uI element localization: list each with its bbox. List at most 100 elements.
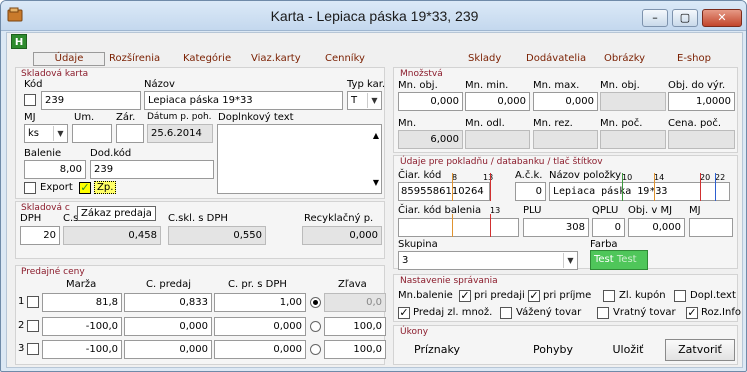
skladova-karta-title: Skladová karta [21, 69, 89, 79]
zlava-input-1[interactable]: 0,0 [324, 293, 386, 312]
plu-label: PLU [523, 205, 542, 216]
row-num-2: 2 [18, 320, 25, 331]
tab-rozsirenia[interactable]: Rozšírenia [109, 53, 160, 64]
h-button[interactable]: H [11, 34, 27, 49]
mn-field: 6,000 [398, 130, 463, 149]
cpredaj-input-3[interactable]: 0,000 [124, 340, 212, 359]
zp-checkbox[interactable]: ✓ [79, 182, 91, 194]
mnozstva-panel: Množstvá Mn. obj. Mn. min. Mn. max. Mn. … [393, 67, 738, 153]
zlava-input-2[interactable]: 100,0 [324, 317, 386, 336]
priznaky-button[interactable]: Príznaky [399, 339, 475, 361]
dopl-text-area[interactable]: ▲ ▼ [217, 124, 382, 194]
zar-input[interactable] [116, 124, 144, 143]
marza-input-2[interactable]: -100,0 [42, 317, 122, 336]
qplu-input[interactable]: 0 [592, 218, 625, 237]
farba-label: Farba [590, 239, 618, 250]
nazov-polozky-input[interactable]: Lepiaca páska 19*33 [549, 182, 730, 201]
close-button[interactable]: ✕ [702, 9, 742, 27]
ulozit-button[interactable]: Uložiť [590, 339, 666, 361]
ack-input[interactable]: 0 [515, 182, 546, 201]
chevron-up-icon[interactable]: ▲ [373, 127, 379, 144]
chevron-down-icon[interactable]: ▼ [373, 174, 379, 191]
cpredaj-input-2[interactable]: 0,000 [124, 317, 212, 336]
chevron-down-icon: ▼ [563, 253, 577, 268]
tick-20: 20 [700, 173, 711, 182]
nazov-input[interactable]: Lepiaca páska 19*33 [144, 91, 343, 110]
tab-dodavatelia[interactable]: Dodávatelia [526, 53, 586, 64]
recykl-label: Recyklačný p. [304, 213, 374, 224]
tab-udaje[interactable]: Údaje [33, 52, 105, 66]
roz-info-checkbox[interactable]: ✓ [686, 307, 698, 319]
cskl-field: 0,458 [63, 226, 161, 245]
minimize-button[interactable]: – [642, 9, 668, 27]
ciar-kod-input[interactable]: 8595586110264 [398, 182, 490, 201]
objmj-input[interactable]: 0,000 [628, 218, 685, 237]
ciar-kod-label: Čiar. kód [398, 170, 442, 181]
um-input[interactable] [72, 124, 112, 143]
farba-swatch[interactable]: Test Test [590, 250, 648, 270]
tab-cenniky[interactable]: Cenníky [325, 53, 365, 64]
balenie-input[interactable]: 8,00 [24, 160, 86, 179]
row-checkbox-2[interactable] [27, 320, 39, 332]
marza-input-3[interactable]: -100,0 [42, 340, 122, 359]
ciar-kod-balenia-label: Čiar. kód balenia [398, 205, 482, 216]
tab-sklady[interactable]: Sklady [468, 53, 501, 64]
dph-input[interactable]: 20 [20, 226, 60, 245]
row-radio-1[interactable] [310, 297, 321, 308]
dopl-text-opt-label: Dopl.text [690, 290, 736, 301]
pri-prijme-checkbox[interactable]: ✓ [528, 290, 540, 302]
mn-min-input[interactable]: 0,000 [465, 92, 530, 111]
vratny-tovar-checkbox[interactable] [597, 307, 609, 319]
zar-label: Zár. [116, 112, 136, 123]
vazeny-tovar-checkbox[interactable] [500, 307, 512, 319]
mnozstva-title: Množstvá [400, 69, 443, 79]
marza-input-1[interactable]: 81,8 [42, 293, 122, 312]
maximize-button[interactable]: ▢ [672, 9, 698, 27]
cprdph-input-3[interactable]: 0,000 [214, 340, 306, 359]
cpredaj-input-1[interactable]: 0,833 [124, 293, 212, 312]
skupina-value: 3 [402, 255, 409, 266]
dopl-text-checkbox[interactable] [674, 290, 686, 302]
skupina-select[interactable]: 3 ▼ [398, 251, 578, 270]
mj-select[interactable]: ks ▼ [24, 124, 68, 143]
udaje-pokladnu-panel: Údaje pre pokladňu / databanku / tlač št… [393, 155, 738, 270]
zlava-input-3[interactable]: 100,0 [324, 340, 386, 359]
zl-kupon-checkbox[interactable] [603, 290, 615, 302]
export-checkbox[interactable] [24, 182, 36, 194]
tab-viaz-karty[interactable]: Viaz.karty [251, 53, 301, 64]
mj-label2: MJ [689, 205, 701, 216]
plu-input[interactable]: 308 [523, 218, 589, 237]
qplu-label: QPLU [592, 205, 619, 216]
mn-obj-input[interactable]: 0,000 [398, 92, 463, 111]
tab-obrazky[interactable]: Obrázky [604, 53, 645, 64]
window: Karta - Lepiaca páska 19*33, 239 – ▢ ✕ H… [0, 0, 747, 372]
mj-input2[interactable] [689, 218, 733, 237]
dodkod-input[interactable]: 239 [90, 160, 214, 179]
cprdph-input-1[interactable]: 1,00 [214, 293, 306, 312]
mn-min-label: Mn. min. [465, 80, 509, 91]
row-checkbox-3[interactable] [27, 343, 39, 355]
obj-do-vyr-input[interactable]: 1,0000 [668, 92, 735, 111]
mn-max-input[interactable]: 0,000 [533, 92, 598, 111]
zatvorit-button[interactable]: Zatvoriť [665, 339, 735, 361]
tab-eshop[interactable]: E-shop [677, 53, 711, 64]
row-radio-2[interactable] [310, 321, 321, 332]
marza-header: Marža [66, 279, 97, 290]
ciar-kod-balenia-input[interactable] [398, 218, 519, 237]
mn-obj2-field [600, 92, 666, 111]
predaj-zl-mnoz-label: Predaj zl. množ. [413, 307, 493, 318]
datum-label: Dátum p. poh. [147, 112, 212, 122]
mj-label: MJ [24, 112, 36, 123]
kod-checkbox[interactable] [24, 94, 36, 106]
obj-do-vyr-label: Obj. do výr. [668, 80, 726, 91]
kod-input[interactable]: 239 [41, 91, 141, 110]
pri-predaji-checkbox[interactable]: ✓ [459, 290, 471, 302]
dopl-text-label: Doplnkový text [218, 112, 294, 123]
pohyby-button[interactable]: Pohyby [515, 339, 591, 361]
row-checkbox-1[interactable] [27, 296, 39, 308]
tab-kategorie[interactable]: Kategórie [183, 53, 231, 64]
row-radio-3[interactable] [310, 344, 321, 355]
typ-select[interactable]: T ▼ [347, 91, 382, 110]
cprdph-input-2[interactable]: 0,000 [214, 317, 306, 336]
predaj-zl-mnoz-checkbox[interactable]: ✓ [398, 307, 410, 319]
